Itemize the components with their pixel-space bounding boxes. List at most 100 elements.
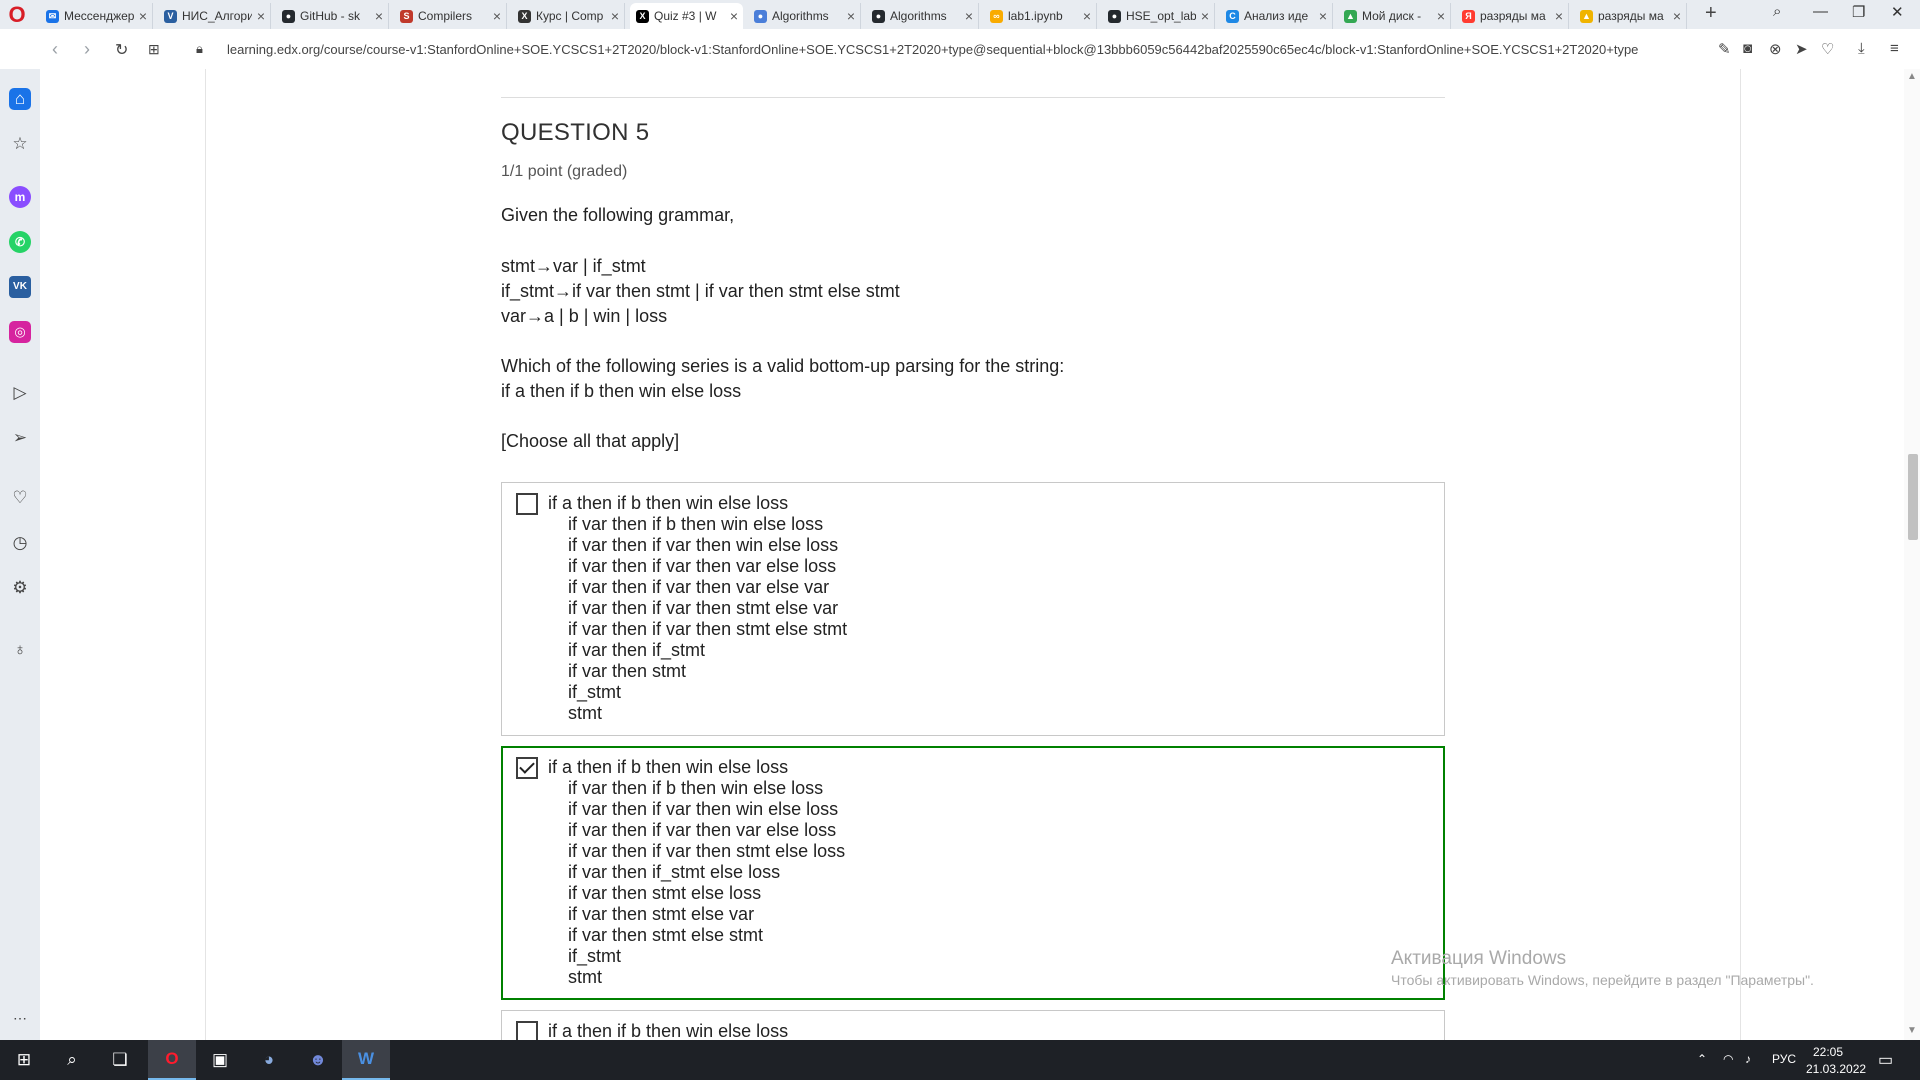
clock-time[interactable]: 22:05 xyxy=(1813,1045,1843,1059)
history-icon[interactable]: ◷ xyxy=(9,532,31,554)
derivation-step: if var then if var then stmt else var xyxy=(568,598,839,618)
settings-icon[interactable]: ⚙ xyxy=(9,577,31,599)
browser-tab[interactable]: ▲ разряды ма × xyxy=(1574,3,1687,29)
section-divider xyxy=(501,97,1445,98)
tab-close-icon[interactable]: × xyxy=(493,8,501,24)
choice-checkbox[interactable] xyxy=(516,493,538,515)
heart-icon[interactable]: ♡ xyxy=(1821,40,1834,58)
notifications-icon[interactable]: ▭ xyxy=(1878,1050,1893,1070)
forward-icon[interactable]: › xyxy=(84,39,90,60)
player-icon[interactable]: ▷ xyxy=(9,382,31,404)
choice-checkbox[interactable] xyxy=(516,757,538,779)
browser-tab[interactable]: ● GitHub - sk × xyxy=(276,3,389,29)
tab-close-icon[interactable]: × xyxy=(1673,8,1681,24)
whatsapp-icon[interactable]: ✆ xyxy=(9,231,31,253)
volume-icon[interactable]: ♪ xyxy=(1745,1052,1751,1066)
photo-app-icon[interactable]: ▣ xyxy=(196,1040,244,1080)
home-icon[interactable]: ⌂ xyxy=(9,88,31,110)
derivation-step: if var then if var then var else loss xyxy=(568,820,837,840)
tab-favicon-icon: S xyxy=(400,9,413,23)
tab-close-icon[interactable]: × xyxy=(611,8,619,24)
answer-choice[interactable]: if a then if b then win else loss if var … xyxy=(501,482,1445,736)
tab-close-icon[interactable]: × xyxy=(257,8,265,24)
grammar-rule: if_stmt→if var then stmt | if var then s… xyxy=(501,281,900,301)
page-scrollbar[interactable]: ▲ ▼ xyxy=(1904,69,1920,1040)
derivation-step: if var then if var then stmt else stmt xyxy=(568,619,848,639)
task-view-icon[interactable]: ❏ xyxy=(96,1040,144,1080)
opera-taskbar-icon[interactable]: O xyxy=(148,1040,196,1080)
answer-choice-selected[interactable]: if a then if b then win else loss if var … xyxy=(501,746,1445,1000)
address-bar: ‹ › ↻ ⊞ 🔒︎ learning.edx.org/course/cours… xyxy=(0,29,1920,70)
tab-close-icon[interactable]: × xyxy=(1555,8,1563,24)
tab-close-icon[interactable]: × xyxy=(1083,8,1091,24)
edit-icon[interactable]: ✎ xyxy=(1718,40,1731,58)
send-sidebar-icon[interactable]: ➢ xyxy=(9,427,31,449)
tabs-grid-icon[interactable]: ⊞ xyxy=(148,41,160,58)
menu-icon[interactable]: ≡ xyxy=(1890,40,1899,57)
browser-tab[interactable]: ● Algorithms × xyxy=(748,3,861,29)
choice-checkbox[interactable] xyxy=(516,1021,538,1040)
tab-close-icon[interactable]: × xyxy=(847,8,855,24)
restore-icon[interactable]: ❐ xyxy=(1852,3,1865,21)
language-indicator[interactable]: РУС xyxy=(1772,1052,1796,1066)
browser-tab[interactable]: C Анализ иде × xyxy=(1220,3,1333,29)
choice-derivation: if a then if b then win else loss if var … xyxy=(548,757,845,988)
tray-chevron-icon[interactable]: ⌃ xyxy=(1697,1052,1707,1066)
favorites-icon[interactable]: ♡ xyxy=(9,487,31,509)
clock-date[interactable]: 21.03.2022 xyxy=(1806,1062,1866,1076)
tab-close-icon[interactable]: × xyxy=(375,8,383,24)
tab-close-icon[interactable]: × xyxy=(1201,8,1209,24)
tab-title: Мессенджер xyxy=(64,9,134,23)
more-icon[interactable]: ⋯ xyxy=(9,1007,31,1029)
messenger-icon[interactable]: m xyxy=(9,186,31,208)
send-icon[interactable]: ➤ xyxy=(1795,40,1808,58)
camera-icon[interactable]: ◙ xyxy=(1743,40,1752,57)
lightbulb-icon[interactable]: ♁ xyxy=(9,639,31,661)
browser-tab[interactable]: ∞ lab1.ipynb × xyxy=(984,3,1097,29)
browser-tab[interactable]: ● HSE_opt_lab × xyxy=(1102,3,1215,29)
app-taskbar-icon[interactable]: ◕ xyxy=(245,1040,293,1080)
close-window-icon[interactable]: ✕ xyxy=(1891,3,1904,21)
tab-close-icon[interactable]: × xyxy=(139,8,147,24)
download-icon[interactable]: ⤓ xyxy=(1858,40,1865,57)
block-icon[interactable]: ⊗ xyxy=(1769,40,1782,58)
tab-close-icon[interactable]: × xyxy=(965,8,973,24)
derivation-step: if var then if b then win else loss xyxy=(568,778,824,798)
browser-tab[interactable]: Яразряды ма × xyxy=(1456,3,1569,29)
browser-tab[interactable]: ▲ Мой диск - × xyxy=(1338,3,1451,29)
vk-icon[interactable]: VK xyxy=(9,276,31,298)
search-tabs-icon[interactable]: ⌕ xyxy=(1773,3,1781,20)
opera-logo-icon[interactable]: O xyxy=(6,4,28,26)
network-icon[interactable]: ◠ xyxy=(1723,1052,1733,1066)
search-icon[interactable]: ⌕ xyxy=(48,1040,96,1080)
grammar-rule: var→a | b | win | loss xyxy=(501,306,668,326)
browser-tab[interactable]: X Курс | Comp × xyxy=(512,3,625,29)
tab-title: разряды ма xyxy=(1480,9,1546,23)
browser-tab[interactable]: X Quiz #3 | W × xyxy=(630,3,743,29)
browser-tab[interactable]: V НИС_Алгоритмы × xyxy=(158,3,271,29)
windows-start-icon[interactable]: ⊞ xyxy=(0,1040,48,1080)
browser-tab[interactable]: ✉ Мессенджер × xyxy=(40,3,153,29)
tab-favicon-icon: ▲ xyxy=(1344,9,1357,23)
browser-tab[interactable]: ● Algorithms × xyxy=(866,3,979,29)
lock-icon: 🔒︎ xyxy=(196,41,203,56)
instagram-icon[interactable]: ◎ xyxy=(9,321,31,343)
discord-icon[interactable]: ☻ xyxy=(294,1040,342,1080)
answer-choice[interactable]: if a then if b then win else loss xyxy=(501,1010,1445,1040)
browser-tab[interactable]: S Compilers × xyxy=(394,3,507,29)
tab-close-icon[interactable]: × xyxy=(730,8,738,24)
tab-favicon-icon: ● xyxy=(754,9,767,23)
url-field[interactable]: learning.edx.org/course/course-v1:Stanfo… xyxy=(227,42,1705,57)
minimize-icon[interactable]: — xyxy=(1813,3,1828,20)
tab-close-icon[interactable]: × xyxy=(1437,8,1445,24)
reload-icon[interactable]: ↻ xyxy=(115,40,128,60)
scroll-down-icon[interactable]: ▼ xyxy=(1907,1025,1917,1036)
back-icon[interactable]: ‹ xyxy=(52,39,58,60)
scroll-up-icon[interactable]: ▲ xyxy=(1907,71,1917,82)
word-icon[interactable]: W xyxy=(342,1040,390,1080)
tab-close-icon[interactable]: × xyxy=(1319,8,1327,24)
tab-favicon-icon: ▲ xyxy=(1580,9,1593,23)
scrollbar-thumb[interactable] xyxy=(1908,454,1918,540)
bookmark-icon[interactable]: ☆ xyxy=(9,133,31,155)
new-tab-plus-icon[interactable]: + xyxy=(1705,2,1717,25)
